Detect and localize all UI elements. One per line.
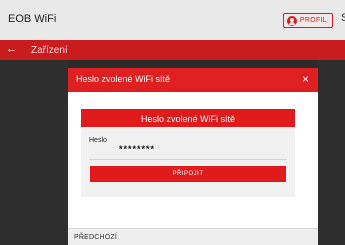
page-subheader: ← Zařízení [0, 40, 345, 60]
dialog-footer: PŘEDCHOZÍ [68, 228, 318, 245]
wifi-password-dialog: Heslo zvolené WiFi sítě × Heslo zvolené … [68, 68, 318, 245]
dialog-title: Heslo zvolené WiFi sítě [76, 74, 171, 84]
previous-button[interactable]: PŘEDCHOZÍ [74, 234, 117, 241]
profile-button[interactable]: PROFIL [282, 13, 333, 28]
profile-label: PROFIL [299, 17, 327, 24]
password-label: Heslo [89, 137, 107, 144]
dialog-header: Heslo zvolené WiFi sítě × [68, 68, 318, 92]
app-title: EOB WiFi [8, 13, 57, 25]
field-underline [89, 159, 287, 160]
card-header: Heslo zvolené WiFi sítě [81, 109, 295, 127]
connect-button[interactable]: PŘIPOJIT [90, 166, 286, 182]
app-header: EOB WiFi PROFIL S [0, 0, 345, 40]
password-card: Heslo zvolené WiFi sítě Heslo ******** P… [81, 109, 295, 197]
modal-backdrop-right[interactable] [318, 60, 345, 245]
settings-icon[interactable]: S [341, 12, 345, 24]
card-title: Heslo zvolené WiFi sítě [140, 114, 236, 124]
back-arrow-icon[interactable]: ← [6, 43, 17, 55]
page-title: Zařízení [31, 45, 68, 56]
modal-backdrop-left[interactable] [0, 60, 68, 245]
close-icon[interactable]: × [302, 72, 309, 86]
password-field[interactable]: ******** [119, 144, 155, 154]
person-icon [286, 15, 297, 26]
